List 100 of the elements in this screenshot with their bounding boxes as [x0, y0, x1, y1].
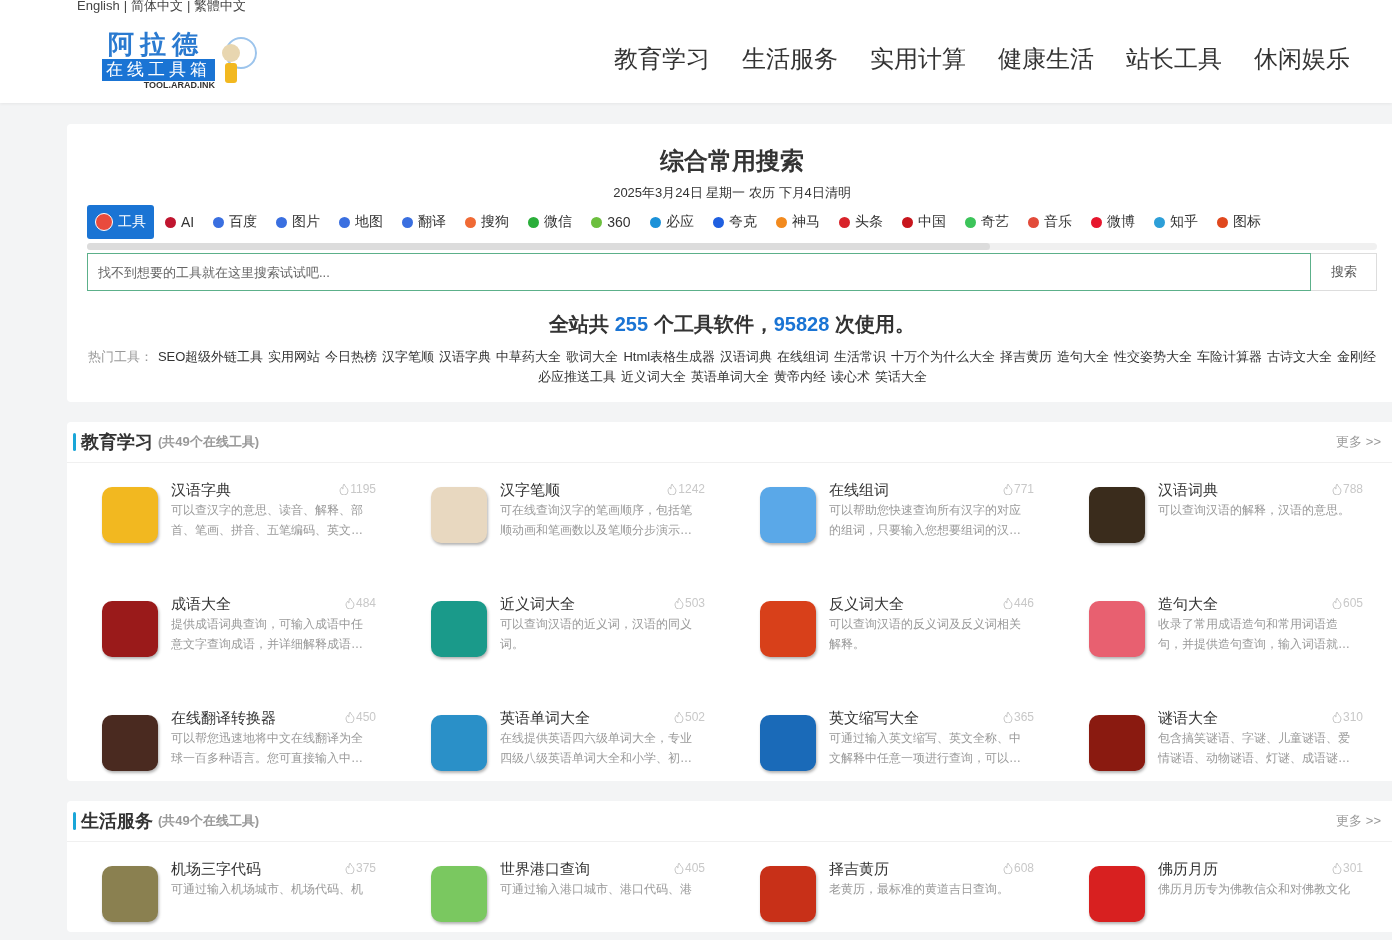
accent-bar [73, 433, 76, 451]
tool-icon[interactable] [102, 601, 158, 657]
hot-tool-link[interactable]: 黄帝内经 [773, 368, 826, 386]
search-engine-tab[interactable]: 奇艺 [956, 205, 1017, 239]
flame-icon [1002, 862, 1013, 874]
hot-tools-label: 热门工具： [87, 348, 153, 366]
hot-tool-link[interactable]: 近义词大全 [620, 368, 686, 386]
tool-count: (共49个在线工具) [158, 433, 260, 451]
flame-icon [344, 862, 355, 874]
tool-name[interactable]: 佛历月历 [1158, 860, 1218, 879]
nav-link[interactable]: 实用计算 [870, 43, 966, 75]
separator: | [187, 0, 191, 13]
nav-link[interactable]: 生活服务 [742, 43, 838, 75]
tool-description: 可通过输入英文缩写、英文全称、中文解释中任意一项进行查询，可以… [829, 730, 1022, 767]
nav-link[interactable]: 健康生活 [998, 43, 1094, 75]
nav-link[interactable]: 教育学习 [614, 43, 710, 75]
search-engine-tab[interactable]: 中国 [893, 205, 954, 239]
tool-description: 包含搞笑谜语、字谜、儿童谜语、爱情谜语、动物谜语、灯谜、成语谜… [1158, 730, 1351, 767]
tool-name[interactable]: 近义词大全 [500, 595, 575, 614]
tool-name[interactable]: 机场三字代码 [171, 860, 261, 879]
tool-name[interactable]: 汉字笔顺 [500, 481, 560, 500]
hot-tool-link[interactable]: 英语单词大全 [690, 368, 769, 386]
tool-description: 可通过输入机场城市、机场代码、机 [171, 881, 364, 898]
hot-tool-link[interactable]: 实用网站 [268, 348, 321, 366]
hot-tool-link[interactable]: 必应推送工具 [537, 368, 616, 386]
tool-name[interactable]: 成语大全 [171, 595, 231, 614]
tool-name[interactable]: 造句大全 [1158, 595, 1218, 614]
search-engine-tab[interactable]: AI [157, 206, 203, 238]
tool-name[interactable]: 世界港口查询 [500, 860, 590, 879]
tool-description: 可以查汉字的意思、读音、解释、部首、笔画、拼音、五笔编码、英文… [171, 502, 364, 539]
tool-name[interactable]: 英文缩写大全 [829, 709, 919, 728]
hot-tool-link[interactable]: 今日热榜 [325, 348, 378, 366]
hot-tool-link[interactable]: 汉语词典 [720, 348, 773, 366]
search-engine-tab[interactable]: 图标 [1208, 205, 1269, 239]
site-logo[interactable]: 阿拉德 在线工具箱 TOOL.ARAD.INK [102, 29, 257, 89]
section-title: 教育学习 [81, 431, 153, 454]
search-engine-tab[interactable]: 工具 [87, 205, 154, 239]
hot-tool-link[interactable]: 歌词大全 [566, 348, 619, 366]
tool-description: 老黄历，最标准的黄道吉日查询。 [829, 881, 1010, 898]
hot-tool-link[interactable]: 汉语字典 [439, 348, 492, 366]
flame-icon [673, 711, 684, 723]
flame-icon [1002, 483, 1013, 495]
search-engine-tab[interactable]: 百度 [205, 205, 266, 239]
search-engine-tab[interactable]: 神马 [767, 205, 828, 239]
flame-icon [1331, 597, 1342, 609]
flame-icon [339, 483, 350, 495]
search-engine-tab[interactable]: 搜狗 [457, 205, 518, 239]
hot-tool-link[interactable]: 读心术 [830, 368, 870, 386]
hot-tool-link[interactable]: 笑话大全 [874, 368, 927, 386]
tool-name[interactable]: 英语单词大全 [500, 709, 590, 728]
search-engine-tab[interactable]: 地图 [331, 205, 392, 239]
tool-name[interactable]: 谜语大全 [1158, 709, 1218, 728]
logo-subtitle: 在线工具箱 [102, 59, 215, 81]
search-engine-tab[interactable]: 360 [583, 206, 639, 238]
flame-icon [673, 862, 684, 874]
scroll-bar[interactable] [87, 243, 1377, 250]
hot-tool-link[interactable]: 古诗文大全 [1267, 348, 1333, 366]
tool-icon[interactable] [1089, 487, 1145, 543]
hot-tool-link[interactable]: 性交姿势大全 [1114, 348, 1193, 366]
search-engine-tab[interactable]: 图片 [268, 205, 329, 239]
search-engine-tab[interactable]: 知乎 [1145, 205, 1206, 239]
search-field[interactable]: 找不到想要的工具就在这里搜索试试吧... [87, 253, 1311, 291]
tool-icon[interactable] [1089, 715, 1145, 771]
search-engine-tab[interactable]: 微博 [1082, 205, 1143, 239]
flame-icon [1002, 711, 1013, 723]
tool-description: 提供成语词典查询，可输入成语中任意文字查询成语，并详细解释成语… [171, 616, 364, 653]
nav-link[interactable]: 休闲娱乐 [1254, 43, 1350, 75]
search-engine-tab[interactable]: 翻译 [394, 205, 455, 239]
tool-description: 可以查询汉语的解释，汉语的意思。 [1158, 502, 1351, 519]
hot-tool-link[interactable]: 金刚经 [1337, 348, 1377, 366]
hot-tool-link[interactable]: 造句大全 [1057, 348, 1110, 366]
tool-name[interactable]: 择吉黄历 [829, 860, 889, 879]
tool-name[interactable]: 汉语词典 [1158, 481, 1218, 500]
tool-name[interactable]: 反义词大全 [829, 595, 904, 614]
hot-tool-link[interactable]: 生活常识 [834, 348, 887, 366]
hot-tool-link[interactable]: 在线组词 [777, 348, 830, 366]
search-engine-tab[interactable]: 夸克 [704, 205, 765, 239]
language-link[interactable]: English [77, 0, 120, 13]
tool-description: 在线提供英语四六级单词大全，专业四级八级英语单词大全和小学、初… [500, 730, 693, 767]
hot-tool-link[interactable]: 中草药大全 [496, 348, 562, 366]
hot-tool-link[interactable]: 择吉黄历 [1000, 348, 1053, 366]
hot-tool-link[interactable]: 汉字笔顺 [382, 348, 435, 366]
search-button[interactable]: 搜索 [1311, 253, 1377, 291]
search-engine-tab[interactable]: 头条 [830, 205, 891, 239]
nav-link[interactable]: 站长工具 [1126, 43, 1222, 75]
flame-icon [1331, 483, 1342, 495]
hot-tool-link[interactable]: 十万个为什么大全 [891, 348, 996, 366]
tool-name[interactable]: 汉语字典 [171, 481, 231, 500]
search-engine-tab[interactable]: 微信 [520, 205, 581, 239]
tool-description: 可通过输入港口城市、港口代码、港 [500, 881, 693, 898]
tool-name[interactable]: 在线组词 [829, 481, 889, 500]
hot-tool-link[interactable]: SEO超级外链工具 [157, 348, 264, 366]
tool-icon[interactable] [102, 715, 158, 771]
search-engine-tab[interactable]: 音乐 [1019, 205, 1080, 239]
hot-tool-link[interactable]: 车险计算器 [1197, 348, 1263, 366]
flame-icon [673, 597, 684, 609]
hot-tool-link[interactable]: Html表格生成器 [623, 348, 716, 366]
tool-description: 可以帮您迅速地将中文在线翻译为全球一百多种语言。您可直接输入中… [171, 730, 364, 767]
tool-name[interactable]: 在线翻译转换器 [171, 709, 276, 728]
search-engine-tab[interactable]: 必应 [641, 205, 702, 239]
